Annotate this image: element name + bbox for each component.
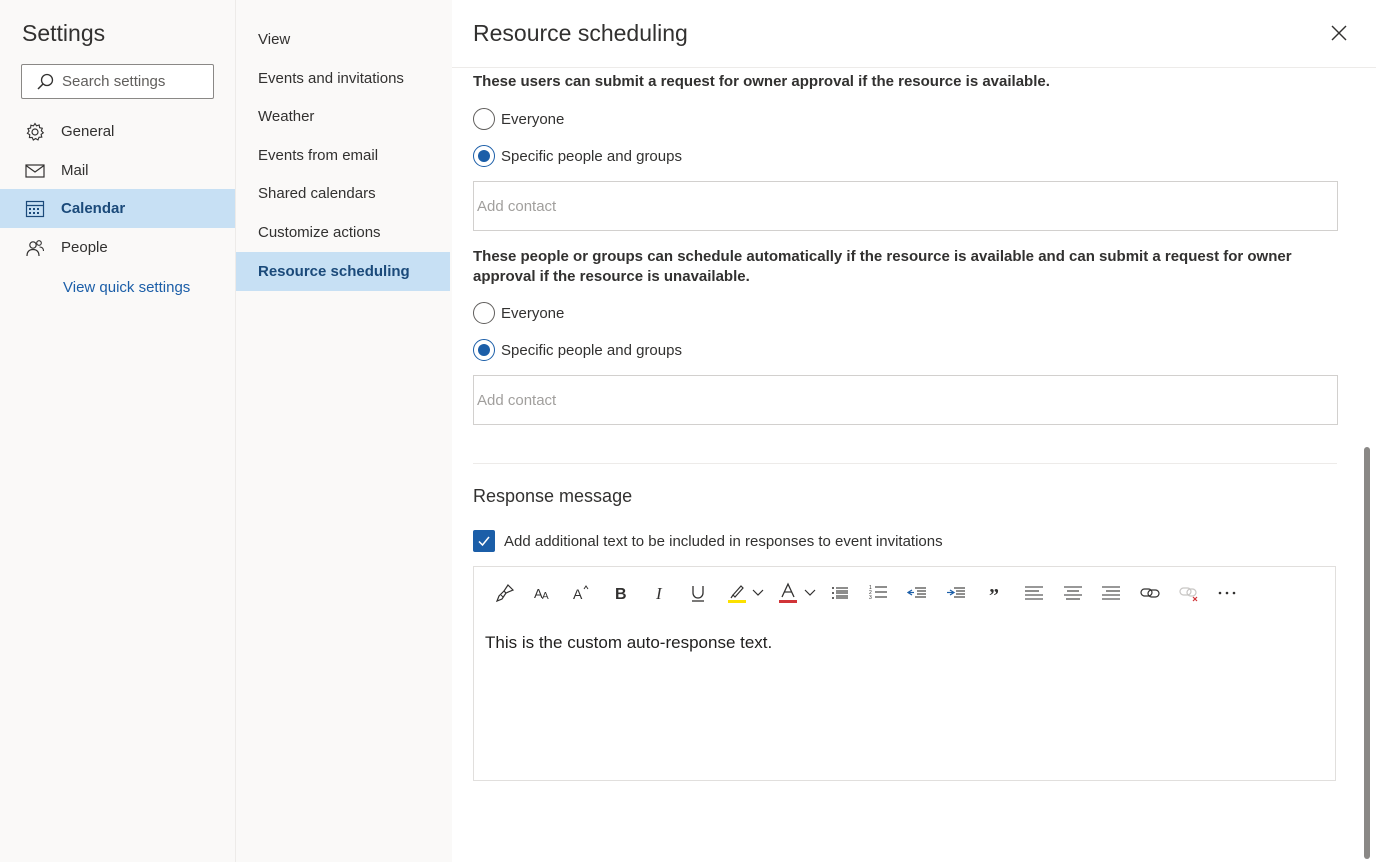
search-icon: [37, 73, 54, 90]
nav-label-general: General: [61, 123, 115, 140]
radio-circle-selected: [473, 339, 495, 361]
link-icon[interactable]: [1139, 580, 1161, 606]
checkbox-label: Add additional text to be included in re…: [504, 532, 943, 550]
scrollbar[interactable]: [1362, 0, 1376, 862]
scrollbar-thumb[interactable]: [1364, 447, 1370, 859]
font-size-icon[interactable]: A: [571, 580, 593, 606]
numbering-icon[interactable]: 123: [868, 580, 890, 606]
submenu-item-view[interactable]: View: [236, 20, 450, 59]
nav-label-people: People: [61, 239, 108, 256]
settings-title: Settings: [22, 20, 106, 46]
gear-icon: [25, 121, 45, 142]
submenu-item-resource-scheduling[interactable]: Resource scheduling: [236, 252, 450, 291]
submenu-item-customize-actions[interactable]: Customize actions: [236, 213, 450, 252]
bold-icon[interactable]: B: [610, 580, 632, 606]
submenu-item-events-from-email[interactable]: Events from email: [236, 136, 450, 175]
italic-icon[interactable]: I: [649, 580, 671, 606]
nav-label-calendar: Calendar: [61, 200, 126, 217]
font-color-chevron-down-icon[interactable]: [802, 580, 818, 606]
bullets-icon[interactable]: [829, 580, 851, 606]
svg-text:”: ”: [989, 585, 999, 603]
radio-circle: [473, 108, 495, 130]
view-quick-settings-link[interactable]: View quick settings: [63, 279, 190, 296]
svg-text:I: I: [655, 584, 663, 603]
submenu-item-events-invitations[interactable]: Events and invitations: [236, 59, 450, 98]
highlight-icon[interactable]: [726, 580, 748, 606]
search-box[interactable]: [21, 64, 214, 99]
align-center-icon[interactable]: [1062, 580, 1084, 606]
close-icon[interactable]: [1328, 22, 1350, 44]
group2-radio-specific[interactable]: Specific people and groups: [473, 339, 682, 361]
group1-radio-specific[interactable]: Specific people and groups: [473, 145, 682, 167]
nav-item-calendar[interactable]: Calendar: [0, 189, 235, 228]
calendar-submenu-pane: View Events and invitations Weather Even…: [236, 0, 452, 862]
mail-icon: [25, 161, 45, 181]
more-icon[interactable]: [1216, 580, 1238, 606]
highlight-chevron-down-icon[interactable]: [750, 580, 766, 606]
format-painter-icon[interactable]: [494, 580, 516, 606]
increase-indent-icon[interactable]: [945, 580, 967, 606]
section-divider: [473, 463, 1337, 464]
people-icon: [25, 238, 45, 258]
quote-icon[interactable]: ”: [984, 580, 1006, 606]
page-title: Resource scheduling: [473, 20, 688, 46]
group1-add-contact-input[interactable]: [473, 181, 1338, 231]
response-message-title: Response message: [473, 486, 633, 506]
radio-circle: [473, 302, 495, 324]
nav-label-mail: Mail: [61, 162, 89, 179]
radio-circle-selected: [473, 145, 495, 167]
header-divider: [452, 67, 1376, 68]
checkbox-checked[interactable]: [473, 530, 495, 552]
nav-item-general[interactable]: General: [0, 112, 235, 151]
nav-item-mail[interactable]: Mail: [0, 151, 235, 190]
align-right-icon[interactable]: [1100, 580, 1122, 606]
group2-description: These people or groups can schedule auto…: [473, 248, 1292, 285]
search-input[interactable]: [62, 73, 202, 90]
align-left-icon[interactable]: [1023, 580, 1045, 606]
font-color-icon[interactable]: [777, 580, 799, 606]
nav-item-people[interactable]: People: [0, 228, 235, 267]
rich-text-editor[interactable]: AA A B I 1 2 3 ” This is the custom auto…: [473, 566, 1336, 781]
additional-text-checkbox-row[interactable]: Add additional text to be included in re…: [473, 530, 943, 552]
group1-description: These users can submit a request for own…: [473, 73, 1050, 90]
underline-icon[interactable]: [687, 580, 709, 606]
group1-radio-everyone[interactable]: Everyone: [473, 108, 564, 130]
group2-radio-everyone[interactable]: Everyone: [473, 302, 564, 324]
unlink-icon[interactable]: [1178, 580, 1200, 606]
checkmark-icon: [478, 536, 490, 547]
calendar-icon: [25, 199, 45, 219]
editor-body-text[interactable]: This is the custom auto-response text.: [485, 633, 772, 653]
svg-text:A: A: [573, 586, 583, 602]
svg-text:3: 3: [869, 595, 872, 601]
group2-add-contact-input[interactable]: [473, 375, 1338, 425]
font-icon[interactable]: AA: [532, 580, 554, 606]
svg-text:A: A: [542, 591, 549, 602]
radio-label: Specific people and groups: [501, 341, 682, 359]
resource-scheduling-pane: Resource scheduling These users can subm…: [452, 0, 1376, 862]
settings-nav-pane: Settings General Mail Calendar People Vi…: [0, 0, 236, 862]
radio-label: Everyone: [501, 110, 565, 128]
radio-label: Specific people and groups: [501, 147, 682, 165]
radio-label: Everyone: [501, 304, 565, 322]
submenu-item-shared-calendars[interactable]: Shared calendars: [236, 174, 450, 213]
svg-text:B: B: [615, 586, 627, 603]
decrease-indent-icon[interactable]: [906, 580, 928, 606]
submenu-item-weather[interactable]: Weather: [236, 97, 450, 136]
formatting-toolbar: AA A B I 1 2 3 ”: [474, 567, 1335, 619]
